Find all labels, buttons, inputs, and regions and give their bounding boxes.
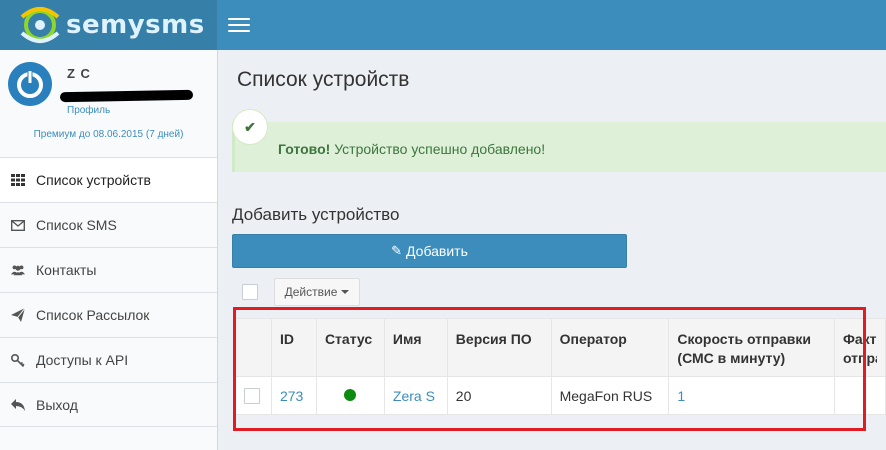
alert-message: Готово! Устройство успешно добавлено! <box>278 141 545 157</box>
sidebar-menu: Список устройств Список SMS Контакты Спи… <box>0 157 217 427</box>
devices-table: ID Статус Имя Версия ПО Оператор Скорост… <box>235 318 886 415</box>
select-all-checkbox[interactable] <box>242 284 258 300</box>
header-status[interactable]: Статус <box>315 318 385 377</box>
cell-actual <box>833 376 886 415</box>
sidebar-item-logout[interactable]: Выход <box>0 382 217 427</box>
header-name[interactable]: Имя <box>383 318 448 377</box>
success-alert: ✔ Готово! Устройство успешно добавлено! <box>232 109 886 172</box>
logo-text: semysms <box>66 10 205 40</box>
sidebar-item-contacts[interactable]: Контакты <box>0 247 217 292</box>
alert-strong: Готово! <box>278 141 331 157</box>
sidebar-item-label: Доступы к API <box>36 352 129 368</box>
header-speed[interactable]: Скорость отправки (СМС в минуту) <box>668 318 835 377</box>
profile-link[interactable]: Профиль <box>67 105 110 116</box>
add-device-button[interactable]: ✎ Добавить <box>232 234 627 268</box>
sidebar-item-mailings[interactable]: Список Рассылок <box>0 292 217 337</box>
action-dropdown-button[interactable]: Действие <box>274 278 360 306</box>
main-content: Список устройств ✔ Готово! Устройство ус… <box>218 50 886 450</box>
menu-toggle-icon[interactable] <box>228 15 250 35</box>
add-button-label: Добавить <box>406 243 468 259</box>
cell-name: Zera S <box>383 376 448 415</box>
header-actual-text: Факти отпра <box>842 331 877 366</box>
sidebar-item-api[interactable]: Доступы к API <box>0 337 217 382</box>
header-version[interactable]: Версия ПО <box>446 318 552 377</box>
speed-link[interactable]: 1 <box>677 388 685 404</box>
cell-id: 273 <box>270 376 317 415</box>
sidebar-item-label: Выход <box>36 396 78 413</box>
premium-status[interactable]: Премиум до 08.06.2015 (7 дней) <box>0 129 217 140</box>
header-actual[interactable]: Факти отпра <box>833 318 886 377</box>
cell-version: 20 <box>446 376 552 415</box>
key-icon <box>11 353 25 367</box>
paper-plane-icon <box>11 308 25 322</box>
reply-icon <box>11 398 25 412</box>
cell-select <box>235 376 272 415</box>
logo-icon <box>20 7 60 43</box>
caret-down-icon <box>341 290 350 294</box>
action-button-label: Действие <box>284 285 338 299</box>
table-header-row: ID Статус Имя Версия ПО Оператор Скорост… <box>235 318 886 377</box>
device-name-link[interactable]: Zera S <box>393 388 435 404</box>
page-title: Список устройств <box>237 68 410 91</box>
header-id[interactable]: ID <box>270 318 317 377</box>
redacted-email <box>59 89 194 103</box>
sidebar: Z C Профиль Премиум до 08.06.2015 (7 дне… <box>0 50 218 450</box>
row-checkbox[interactable] <box>244 387 260 404</box>
top-navbar <box>217 0 886 50</box>
header-select <box>235 318 272 377</box>
logo-area[interactable]: semysms <box>0 0 217 50</box>
sidebar-item-sms[interactable]: Список SMS <box>0 202 217 247</box>
avatar <box>8 62 52 106</box>
user-panel: Z C Профиль Премиум до 08.06.2015 (7 дне… <box>0 50 217 156</box>
sidebar-item-label: Список устройств <box>36 172 151 188</box>
sidebar-item-label: Контакты <box>36 262 97 278</box>
users-icon <box>11 263 25 277</box>
add-device-title: Добавить устройство <box>232 205 400 224</box>
cell-speed: 1 <box>668 376 835 415</box>
alert-body: Устройство успешно добавлено! <box>330 141 546 157</box>
cell-operator: MegaFon RUS <box>550 376 670 415</box>
grid-icon <box>11 173 25 187</box>
status-online-icon <box>344 388 357 401</box>
device-id-link[interactable]: 273 <box>280 388 303 404</box>
pencil-icon: ✎ <box>391 243 403 258</box>
sidebar-item-label: Список Рассылок <box>36 307 150 323</box>
sidebar-item-label: Список SMS <box>36 217 117 233</box>
sidebar-item-devices[interactable]: Список устройств <box>0 157 217 202</box>
cell-status <box>315 376 385 415</box>
table-row[interactable]: 273 Zera S 20 MegaFon RUS 1 <box>235 376 886 415</box>
header-operator[interactable]: Оператор <box>550 318 670 377</box>
check-icon: ✔ <box>232 109 268 145</box>
envelope-icon <box>11 218 25 232</box>
user-name: Z C <box>67 66 91 81</box>
